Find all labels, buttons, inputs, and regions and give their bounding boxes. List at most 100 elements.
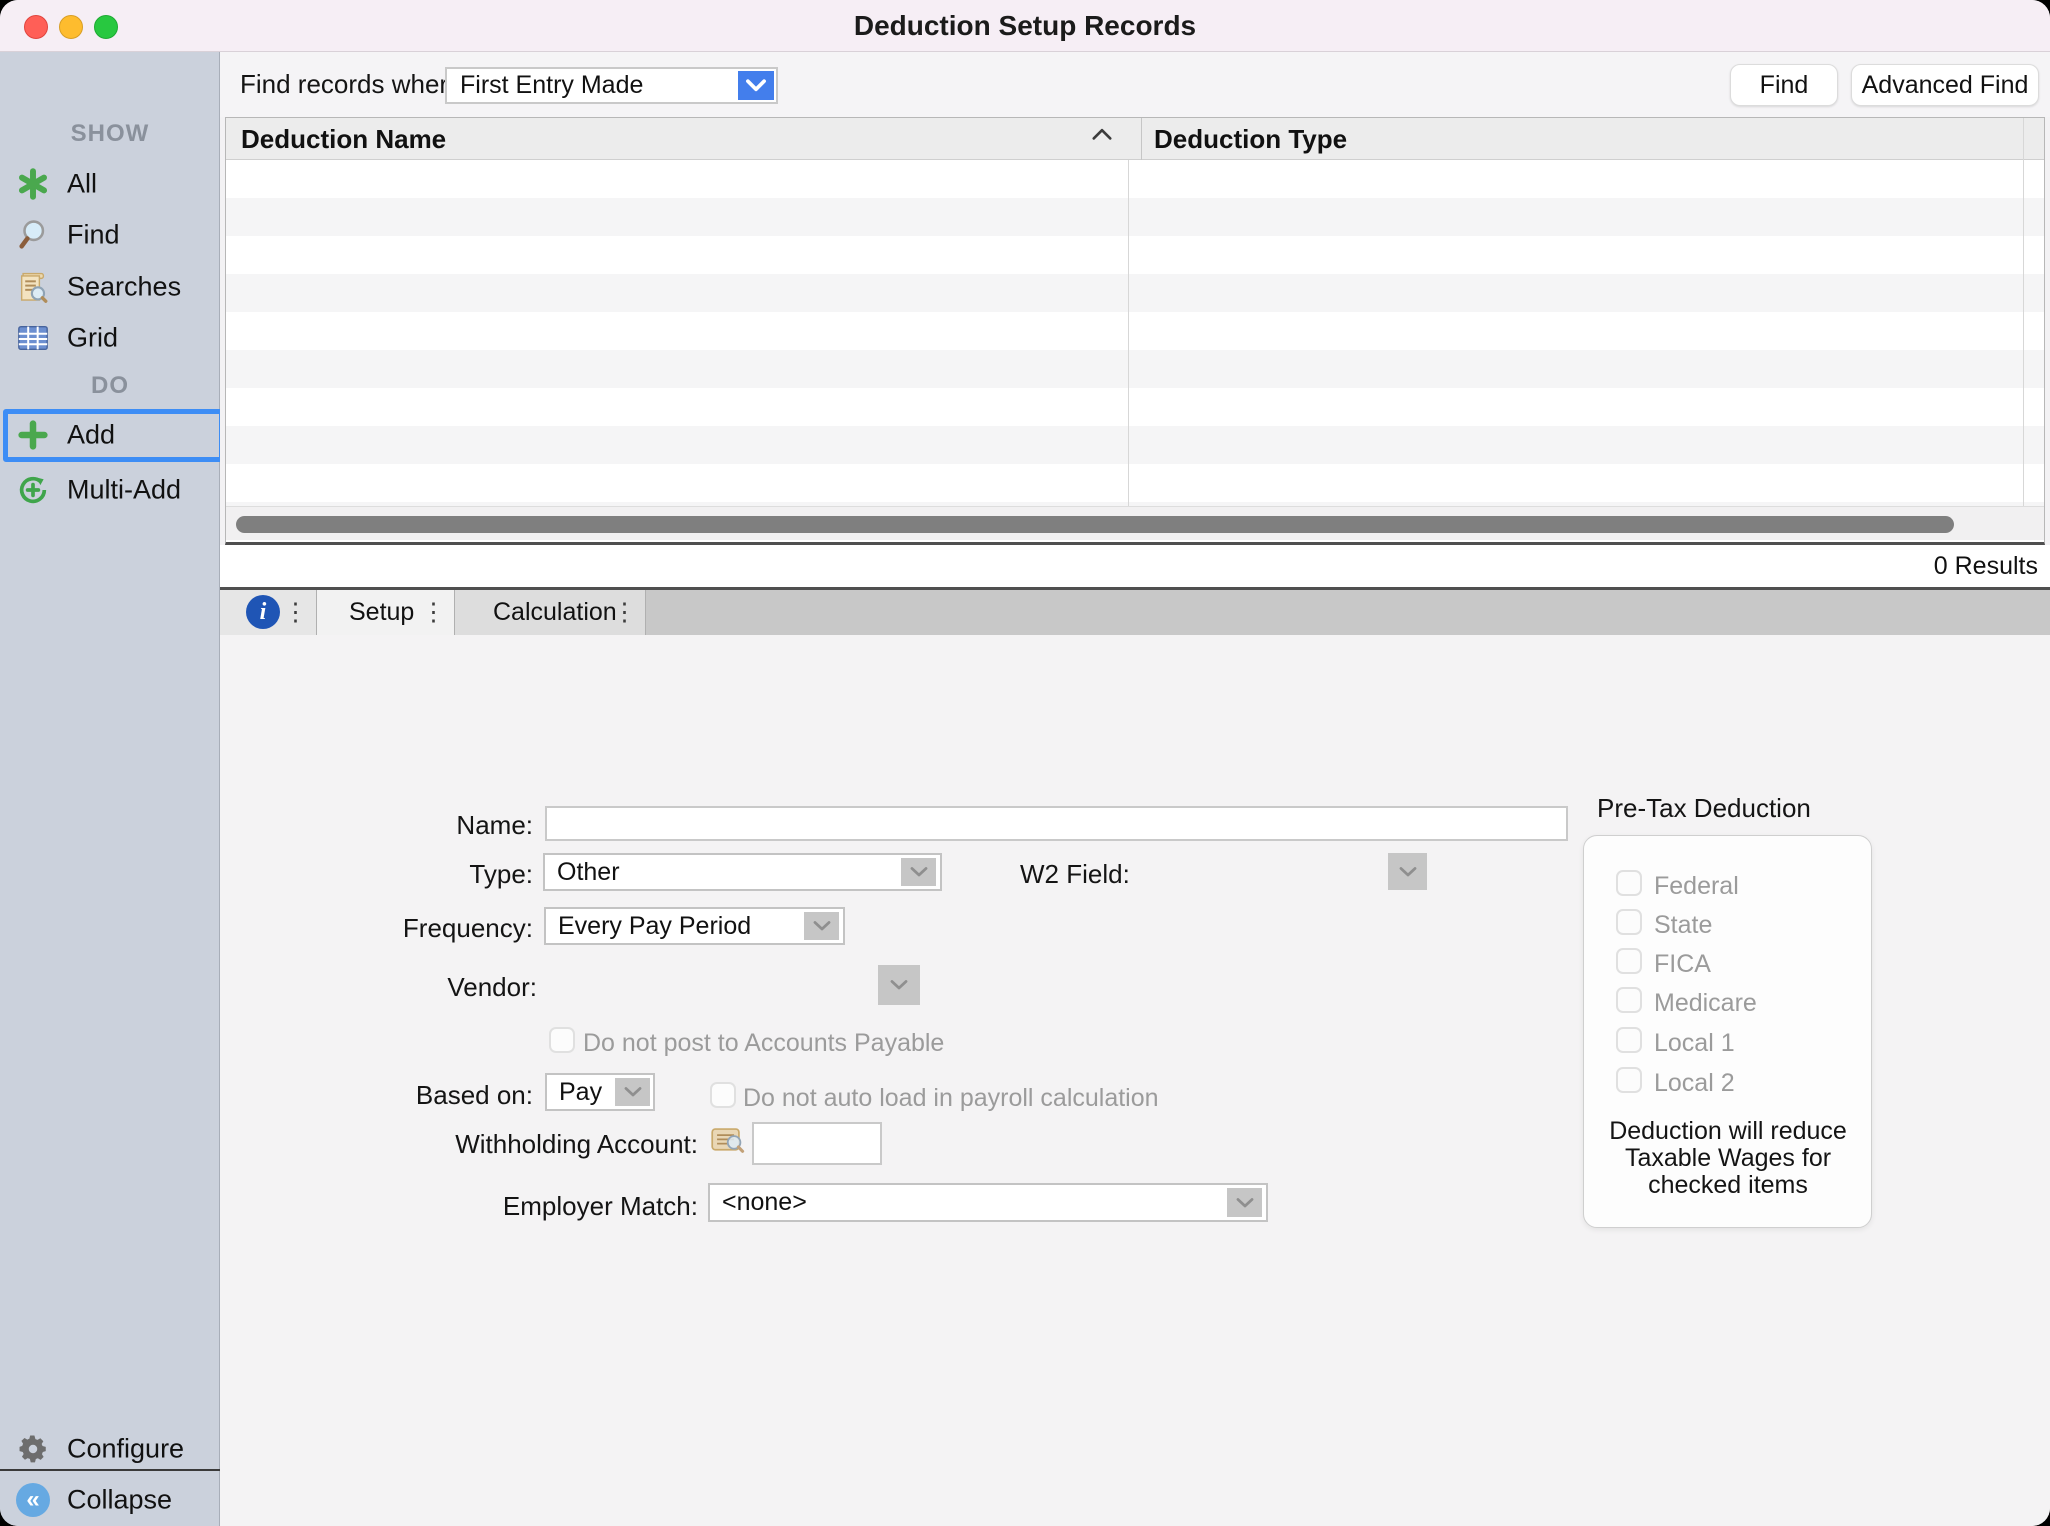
pretax-checkbox-fica[interactable] (1616, 948, 1642, 974)
find-filter-value: First Entry Made (460, 69, 643, 102)
pretax-checkbox-medicare[interactable] (1616, 987, 1642, 1013)
column-divider[interactable] (1128, 160, 1129, 506)
horizontal-scrollbar-thumb[interactable] (236, 516, 1954, 533)
sidebar-heading-show: SHOW (0, 120, 220, 148)
type-dropdown[interactable]: Other (543, 853, 942, 891)
pretax-label-local2: Local 2 (1654, 1069, 1735, 1098)
chevron-down-icon[interactable] (738, 71, 774, 100)
segment-menu-dots[interactable]: ⋮ (421, 590, 446, 635)
tab-setup-label: Setup (349, 590, 414, 635)
sidebar-item-label: Find (67, 220, 120, 251)
w2-field-dropdown[interactable] (1388, 853, 1427, 890)
sidebar-item-collapse[interactable]: « Collapse (0, 1475, 220, 1525)
sidebar-item-searches[interactable]: Searches (0, 262, 220, 312)
segment-menu-dots[interactable]: ⋮ (283, 590, 308, 635)
sidebar-item-label: Configure (67, 1434, 184, 1465)
advanced-find-button[interactable]: Advanced Find (1851, 64, 2039, 106)
tab-setup[interactable]: Setup ⋮ (317, 590, 455, 635)
magnifier-icon (15, 217, 51, 253)
gear-icon (15, 1431, 51, 1467)
title-bar: Deduction Setup Records (0, 0, 2050, 52)
info-icon[interactable]: i (246, 595, 280, 629)
results-status-bar: 0 Results (220, 545, 2050, 587)
tab-bar: i ⋮ Setup ⋮ Calculation ⋮ (220, 587, 2050, 635)
based-on-value: Pay (559, 1075, 602, 1109)
app-window: Deduction Setup Records SHOW All Find Se… (0, 0, 2050, 1526)
sidebar-item-find[interactable]: Find (0, 210, 220, 260)
chevron-down-icon[interactable] (804, 912, 839, 940)
sidebar-item-label: Multi-Add (67, 475, 181, 506)
name-input[interactable] (545, 806, 1568, 841)
results-count: 0 Results (1934, 545, 2038, 587)
pretax-title: Pre-Tax Deduction (1597, 793, 1811, 824)
sidebar-item-grid[interactable]: Grid (0, 313, 220, 363)
frequency-value: Every Pay Period (558, 909, 751, 943)
withholding-account-input[interactable] (752, 1122, 882, 1165)
find-filter-dropdown[interactable]: First Entry Made (445, 67, 778, 104)
saved-searches-icon (15, 269, 51, 305)
asterisk-icon (15, 166, 51, 202)
tab-calculation-label: Calculation (493, 590, 617, 635)
results-table-region: Deduction Name Deduction Type (220, 117, 2050, 545)
based-on-label: Based on: (333, 1080, 533, 1111)
tab-info-segment[interactable]: i ⋮ (220, 590, 317, 635)
chevron-down-icon[interactable] (901, 858, 936, 886)
pretax-checkbox-local2[interactable] (1616, 1067, 1642, 1093)
sidebar-item-add[interactable]: Add (0, 410, 220, 460)
sidebar-item-multi-add[interactable]: Multi-Add (0, 465, 220, 515)
do-not-post-label: Do not post to Accounts Payable (583, 1029, 944, 1058)
pretax-checkbox-federal[interactable] (1616, 870, 1642, 896)
table-header: Deduction Name Deduction Type (226, 118, 2044, 160)
sidebar-item-label: All (67, 169, 97, 200)
column-header-deduction-type[interactable]: Deduction Type (1141, 118, 1347, 160)
setup-form: Name: Type: Other W2 Field: Frequency: E… (220, 635, 2050, 1526)
sidebar-item-label: Searches (67, 272, 181, 303)
pretax-label-medicare: Medicare (1654, 989, 1757, 1018)
do-not-post-checkbox[interactable] (549, 1027, 575, 1053)
pretax-label-fica: FICA (1654, 950, 1711, 979)
based-on-dropdown[interactable]: Pay (545, 1073, 655, 1111)
pretax-label-state: State (1654, 911, 1712, 940)
sidebar-item-label: Add (67, 420, 115, 451)
employer-match-value: <none> (722, 1185, 807, 1220)
find-button[interactable]: Find (1730, 64, 1838, 106)
pretax-label-local1: Local 1 (1654, 1029, 1735, 1058)
chevron-up-icon[interactable] (1091, 127, 1113, 146)
chevron-down-icon[interactable] (615, 1078, 650, 1106)
sidebar: SHOW All Find Searches Grid DO (0, 52, 220, 1526)
segment-menu-dots[interactable]: ⋮ (612, 590, 637, 635)
grid-icon (15, 320, 51, 356)
type-value: Other (557, 855, 620, 889)
do-not-autoload-label: Do not auto load in payroll calculation (743, 1084, 1159, 1113)
ledger-search-icon[interactable] (711, 1125, 745, 1160)
w2-field-label: W2 Field: (1020, 859, 1220, 890)
withholding-account-label: Withholding Account: (398, 1129, 698, 1160)
vendor-dropdown[interactable] (878, 965, 920, 1005)
chevron-down-icon[interactable] (1227, 1188, 1262, 1217)
sidebar-item-label: Grid (67, 323, 118, 354)
table-body-empty-rows (226, 160, 2044, 506)
pretax-checkbox-local1[interactable] (1616, 1027, 1642, 1053)
sidebar-heading-do: DO (0, 372, 220, 400)
name-label: Name: (333, 810, 533, 841)
column-header-deduction-name[interactable]: Deduction Name (241, 118, 446, 160)
vendor-label: Vendor: (337, 972, 537, 1003)
plus-icon (15, 417, 51, 453)
scroll-column-divider (2023, 118, 2024, 506)
sidebar-item-all[interactable]: All (0, 159, 220, 209)
pretax-label-federal: Federal (1654, 872, 1739, 901)
results-table: Deduction Name Deduction Type (225, 117, 2045, 545)
page-title: Deduction Setup Records (0, 0, 2050, 52)
sidebar-item-configure[interactable]: Configure (0, 1424, 220, 1474)
collapse-chevrons-icon: « (15, 1482, 51, 1518)
employer-match-dropdown[interactable]: <none> (708, 1183, 1268, 1222)
employer-match-label: Employer Match: (398, 1191, 698, 1222)
pretax-note: Deduction will reduce Taxable Wages for … (1598, 1118, 1858, 1199)
frequency-dropdown[interactable]: Every Pay Period (544, 907, 845, 945)
do-not-autoload-checkbox[interactable] (710, 1082, 736, 1108)
frequency-label: Frequency: (333, 913, 533, 944)
tab-calculation[interactable]: Calculation ⋮ (455, 590, 646, 635)
horizontal-scrollbar-track[interactable] (226, 506, 2044, 540)
pretax-checkbox-state[interactable] (1616, 909, 1642, 935)
type-label: Type: (333, 859, 533, 890)
